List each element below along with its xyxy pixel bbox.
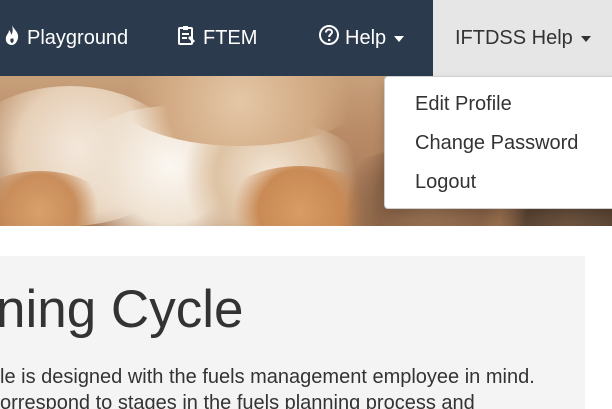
question-circle-icon <box>318 24 345 52</box>
nav-ftem-label: FTEM <box>203 26 258 49</box>
nav-playground[interactable]: Playground <box>0 0 128 76</box>
user-dropdown-menu: Edit Profile Change Password Logout <box>384 76 612 209</box>
nav-help-label: Help <box>345 26 387 49</box>
flame-icon <box>2 24 27 52</box>
top-navbar: Playground FTEM Help IFTDSS Help <box>0 0 612 76</box>
nav-ftem[interactable]: FTEM <box>176 0 257 76</box>
menu-item-change-password[interactable]: Change Password <box>385 125 612 164</box>
nav-user-menu-label: IFTDSS Help <box>455 26 573 49</box>
caret-down-icon <box>580 36 591 42</box>
menu-item-logout[interactable]: Logout <box>385 164 612 203</box>
intro-text: le is designed with the fuels management… <box>0 364 535 409</box>
page-title: ning Cycle <box>0 280 244 339</box>
nav-user-menu[interactable]: IFTDSS Help <box>433 0 612 76</box>
intro-line-1: le is designed with the fuels management… <box>0 366 535 388</box>
nav-playground-label: Playground <box>27 26 129 49</box>
chevron-down-icon <box>394 36 405 42</box>
nav-help[interactable]: Help <box>318 0 405 76</box>
intro-line-2: orrespond to stages in the fuels plannin… <box>0 392 475 409</box>
menu-item-edit-profile[interactable]: Edit Profile <box>385 86 612 125</box>
clipboard-icon <box>176 24 203 52</box>
